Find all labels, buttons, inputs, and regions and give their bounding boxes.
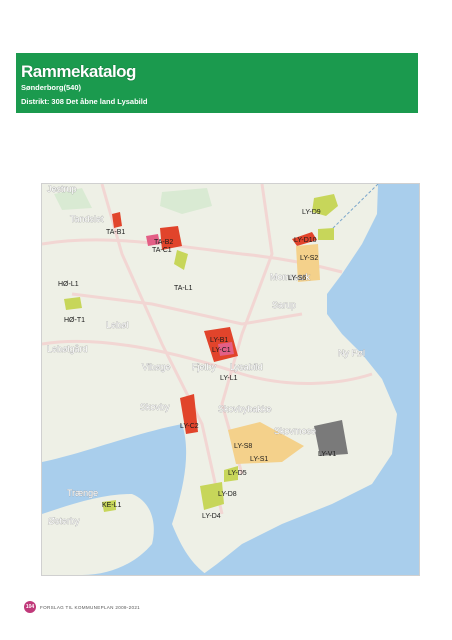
zone-label: LY-D9 — [302, 209, 321, 216]
zone-label: LY-S1 — [250, 456, 268, 463]
place-name: Lebøl — [106, 320, 129, 330]
district-map: Jestrup Tandslet Mommark Sarup Lebøl Leb… — [41, 183, 420, 576]
page-title: Rammekatalog — [21, 62, 136, 81]
municipality-subtitle: Sønderborg(540) — [21, 83, 82, 92]
district-subtitle: Distrikt: 308 Det åbne land Lysabild — [21, 97, 148, 106]
place-name: Sarup — [272, 300, 296, 310]
place-name: Skovbybakke — [218, 404, 272, 414]
place-name: Skovmose — [274, 426, 316, 436]
zone-label: LY-S8 — [234, 443, 252, 450]
zone-label: LY-L1 — [220, 375, 238, 382]
header-banner: Rammekatalog Sønderborg(540) Distrikt: 3… — [16, 53, 418, 113]
page-footer: 104 FORSLAG TIL KOMMUNEPLAN 2009-2021 — [24, 601, 140, 613]
zone-label: LY-C1 — [212, 347, 231, 354]
zone-label: TA-B1 — [106, 229, 125, 236]
place-name: Østerby — [48, 516, 80, 526]
place-name: Skovby — [140, 402, 170, 412]
place-name: Ny Pøl — [338, 348, 365, 358]
page-number-badge: 104 — [24, 601, 36, 613]
zone-label: TA-C1 — [152, 247, 172, 254]
zone-label: HØ-T1 — [64, 317, 85, 324]
zone-label: LY-S2 — [300, 255, 318, 262]
zone-label: LY-D5 — [228, 470, 247, 477]
map-canvas: Jestrup Tandslet Mommark Sarup Lebøl Leb… — [42, 184, 419, 575]
place-name: Trænge — [67, 488, 98, 498]
zone-label: LY-D10 — [294, 237, 317, 244]
zone-label: LY-D4 — [202, 513, 221, 520]
zone-label: LY-B1 — [210, 337, 228, 344]
zone-label: LY-S6 — [288, 275, 306, 282]
place-name: Vibøge — [142, 362, 170, 372]
footer-text: FORSLAG TIL KOMMUNEPLAN 2009-2021 — [40, 604, 141, 610]
zone-ly-d10 — [318, 228, 334, 240]
zone-hø-t1 — [64, 297, 82, 310]
place-name: Fjelby — [192, 362, 217, 372]
zone-label: LY-D8 — [218, 491, 237, 498]
zone-label: KE-L1 — [102, 502, 122, 509]
place-name: Tandslet — [70, 214, 104, 224]
place-name: Lysabild — [230, 362, 263, 372]
zone-label: TA-L1 — [174, 285, 193, 292]
zone-label: LY-C2 — [180, 423, 199, 430]
zone-label: TA-B2 — [154, 239, 173, 246]
zone-label: HØ-L1 — [58, 281, 79, 288]
place-name: Jestrup — [47, 184, 77, 194]
place-name: Lebølgård — [47, 344, 88, 354]
zone-label: LY-V1 — [318, 451, 336, 458]
